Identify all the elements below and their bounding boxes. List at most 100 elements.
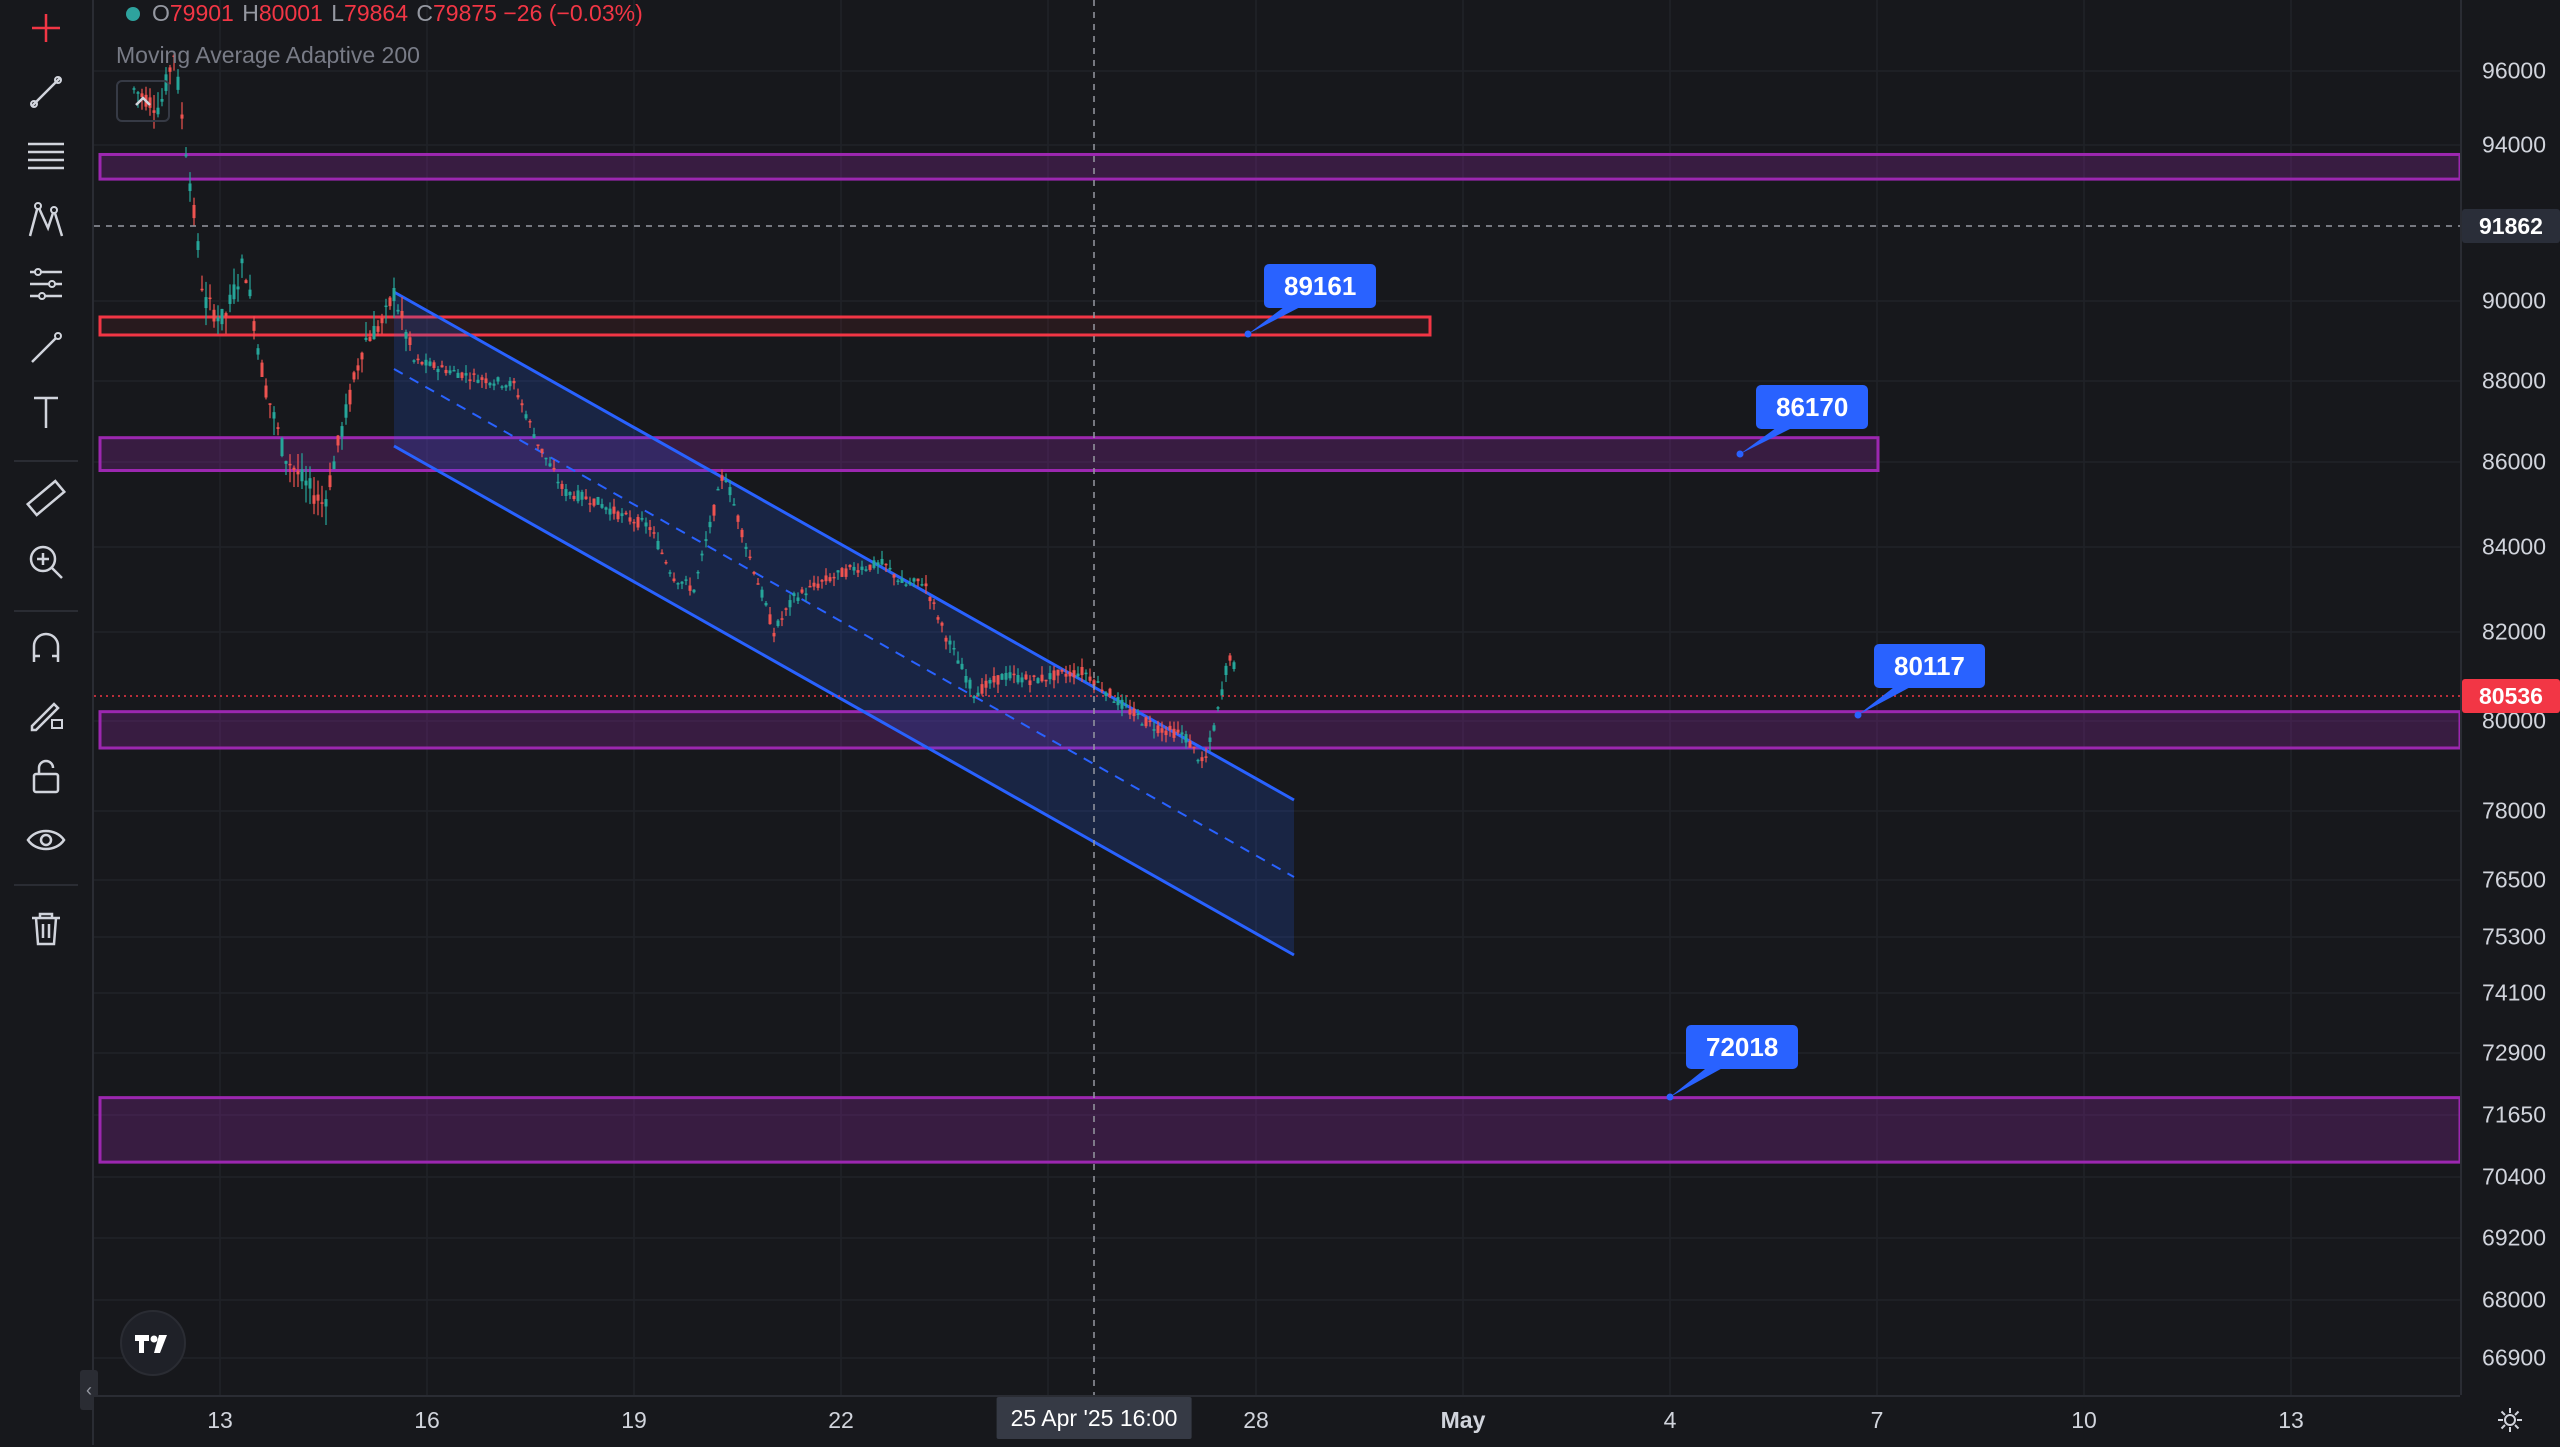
candle-body (1048, 673, 1052, 680)
candle-body (1100, 689, 1104, 692)
candle-body (980, 684, 984, 694)
open-label: O (152, 0, 170, 26)
candle-body (628, 517, 632, 522)
callout-89161[interactable]: 89161 (1264, 264, 1377, 308)
candle-body (516, 395, 520, 398)
stay-in-drawing-mode-tool[interactable] (14, 684, 78, 740)
candle-body (732, 504, 736, 506)
time-tick: 19 (621, 1407, 647, 1433)
candle-body (1136, 713, 1140, 716)
zoom-tool[interactable] (14, 534, 78, 590)
candle-body (216, 317, 220, 322)
callout-80117[interactable]: 80117 (1874, 644, 1985, 688)
candle-body (860, 566, 864, 570)
candle-body (660, 552, 664, 555)
candle-body (304, 480, 308, 486)
candle-body (880, 558, 884, 565)
legend-collapse-button[interactable] (116, 80, 170, 122)
candle-body (320, 502, 324, 504)
chart-overlays (94, 0, 2460, 1395)
trendline-tool[interactable] (14, 64, 78, 120)
fib-retracement-tool[interactable] (14, 128, 78, 184)
candle-body (844, 568, 848, 577)
candle-body (372, 325, 376, 340)
candle-body (1004, 672, 1008, 680)
candle-body (604, 507, 608, 510)
callout-72018[interactable]: 72018 (1686, 1025, 1799, 1069)
candle-body (600, 504, 604, 508)
candle-body (1160, 728, 1164, 733)
candle-body (188, 183, 192, 192)
candle-body (824, 575, 828, 582)
candle-body (1000, 673, 1004, 680)
candle-body (864, 569, 868, 571)
candle-body (816, 583, 820, 588)
tradingview-logo[interactable] (120, 1310, 186, 1376)
high-value: 80001 (258, 0, 323, 26)
candle-body (652, 532, 656, 534)
candle-body (448, 370, 452, 374)
price-tick: 86000 (2482, 448, 2546, 475)
candle-body (332, 461, 336, 470)
candle-body (428, 361, 432, 366)
ruler-tool[interactable] (14, 470, 78, 526)
candle-body (1200, 757, 1204, 762)
candle-body (784, 608, 788, 610)
candle-body (284, 461, 288, 464)
candle-body (712, 504, 716, 516)
candle-body (1176, 729, 1180, 733)
candle-body (632, 521, 636, 524)
candle-body (460, 372, 464, 378)
low-value: 79864 (344, 0, 408, 26)
support-resistance-zone (98, 710, 2460, 750)
candle-body (1032, 675, 1036, 677)
remove-drawings-tool[interactable] (14, 900, 78, 956)
tradingview-logo-icon (135, 1335, 167, 1353)
candle-body (968, 679, 972, 689)
candle-body (680, 581, 684, 584)
candle-body (464, 373, 468, 376)
candle-body (524, 414, 528, 419)
candle-body (1164, 730, 1168, 736)
crosshair-tool[interactable] (14, 0, 78, 56)
magnet-tool[interactable] (14, 620, 78, 676)
indicator-label[interactable]: Moving Average Adaptive 200 (116, 42, 420, 69)
text-icon (34, 396, 58, 428)
candle-body (488, 382, 492, 386)
candle-body (348, 389, 352, 405)
candle-body (408, 337, 412, 345)
text-tool[interactable] (14, 384, 78, 440)
candle-body (368, 337, 372, 342)
candle-body (296, 470, 300, 475)
candle-body (1168, 725, 1172, 730)
candle-body (1232, 662, 1236, 670)
candle-body (416, 358, 420, 361)
candle-body (532, 434, 536, 438)
callout-86170[interactable]: 86170 (1756, 385, 1869, 429)
chart-pane[interactable] (94, 0, 2460, 1395)
brush-tool[interactable] (14, 320, 78, 376)
candle-body (196, 241, 200, 250)
pattern-tool[interactable] (14, 192, 78, 248)
candle-body (928, 597, 932, 602)
chart-settings-button[interactable] (2460, 1395, 2560, 1445)
candle-body (920, 584, 924, 586)
candle-body (384, 305, 388, 308)
price-tick: 75300 (2482, 923, 2546, 950)
candle-body (176, 76, 180, 90)
price-axis[interactable]: 96000 94000 90000 88000 86000 84000 8200… (2460, 0, 2560, 1395)
candle-body (796, 597, 800, 601)
callout-pointer (1670, 1065, 1728, 1097)
price-chart[interactable] (94, 0, 2460, 1395)
projection-tool[interactable] (14, 256, 78, 312)
lock-drawings-tool[interactable] (14, 748, 78, 804)
candle-body (500, 386, 504, 388)
time-axis[interactable]: 13 16 19 22 28 May 4 7 10 13 25 Apr '25 … (94, 1395, 2460, 1447)
candle-body (452, 369, 456, 372)
hide-drawings-tool[interactable] (14, 812, 78, 868)
candle-body (692, 589, 696, 593)
trash-icon (32, 912, 60, 946)
candle-body (308, 478, 312, 489)
candle-body (740, 529, 744, 538)
candle-body (244, 280, 248, 284)
